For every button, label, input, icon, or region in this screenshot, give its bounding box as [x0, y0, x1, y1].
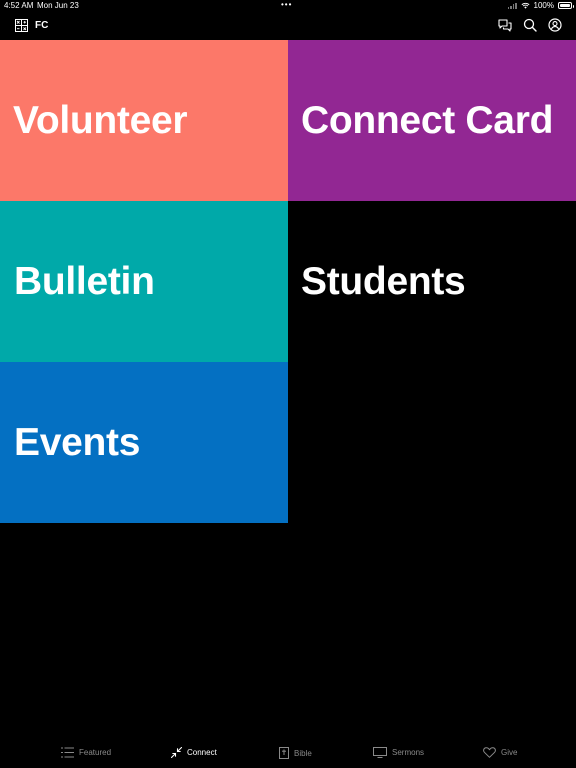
tab-label: Connect	[187, 748, 217, 757]
status-indicators: 100%	[507, 1, 574, 10]
tab-bar: Featured Connect Bible Sermons Give	[0, 740, 576, 768]
tile-label: Events	[14, 420, 141, 464]
status-date: Mon Jun 23	[37, 1, 79, 10]
tab-label: Bible	[294, 748, 312, 758]
tile-label: Connect Card	[301, 98, 554, 142]
connect-arrows-icon	[171, 747, 182, 758]
nav-bar: FC	[0, 12, 576, 40]
bible-icon	[279, 747, 289, 759]
tab-connect[interactable]: Connect	[171, 747, 217, 758]
profile-icon[interactable]	[548, 18, 562, 32]
tab-featured[interactable]: Featured	[61, 747, 111, 758]
chat-icon[interactable]	[498, 18, 512, 32]
battery-icon	[558, 2, 574, 9]
status-bar: 4:52 AM Mon Jun 23 ••• 100%	[0, 0, 576, 12]
tab-give[interactable]: Give	[483, 747, 517, 758]
battery-percent: 100%	[533, 1, 554, 10]
monitor-icon	[373, 747, 387, 758]
tile-connect-card[interactable]: Connect Card	[288, 40, 576, 201]
wifi-icon	[521, 2, 530, 9]
nav-actions	[498, 18, 562, 32]
list-icon	[61, 747, 74, 758]
tab-sermons[interactable]: Sermons	[373, 747, 424, 758]
tile-bulletin[interactable]: Bulletin	[0, 201, 288, 362]
multitasking-dots[interactable]: •••	[281, 0, 292, 9]
tile-events[interactable]: Events	[0, 362, 288, 523]
status-time: 4:52 AM	[4, 1, 34, 10]
heart-icon	[483, 747, 496, 758]
tab-label: Featured	[79, 748, 112, 757]
tile-label: Bulletin	[14, 259, 155, 303]
cellular-signal-icon	[507, 2, 517, 9]
app-title: FC	[35, 20, 49, 31]
search-icon[interactable]	[523, 18, 537, 32]
tab-bible[interactable]: Bible	[279, 747, 312, 759]
tile-volunteer[interactable]: Volunteer	[0, 40, 288, 201]
tile-label: Volunteer	[13, 98, 188, 142]
tile-students[interactable]: Students	[288, 201, 576, 362]
tab-label: Give	[501, 748, 518, 757]
logo-icon[interactable]	[15, 19, 28, 32]
tile-label: Students	[301, 259, 466, 303]
tab-label: Sermons	[392, 748, 425, 757]
